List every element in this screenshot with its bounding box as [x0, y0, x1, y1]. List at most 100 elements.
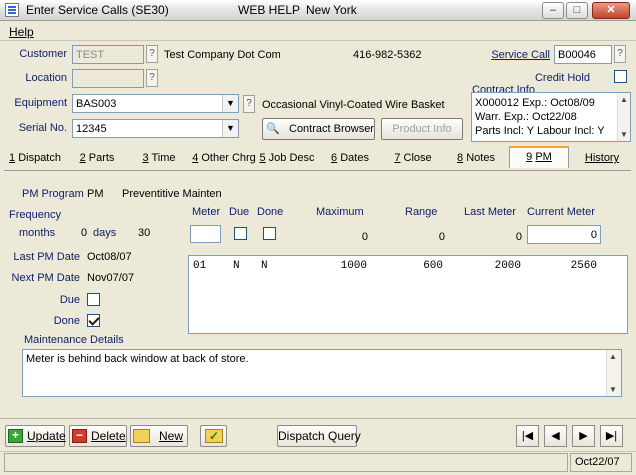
delete-label: Delete [91, 429, 126, 443]
tab-divider [4, 170, 631, 171]
scroll-down-icon[interactable]: ▼ [609, 385, 617, 394]
grid-cell-range: 600 [423, 260, 443, 272]
tab-label: History [584, 152, 620, 164]
previous-record-icon[interactable]: ◀ [544, 425, 567, 447]
tab-job-desc[interactable]: 5 Job Desc [257, 149, 317, 170]
credit-hold-checkbox[interactable] [614, 70, 627, 83]
chevron-down-icon[interactable]: ▼ [222, 120, 238, 137]
tab-dates[interactable]: 6 Dates [322, 149, 378, 170]
maximum-column-label: Maximum [316, 206, 364, 218]
maintenance-details-scrollbar[interactable]: ▲ ▼ [606, 350, 621, 396]
scroll-up-icon[interactable]: ▲ [620, 95, 628, 104]
status-date: Oct22/07 [570, 453, 632, 472]
table-row[interactable]: 01 N N 1000 600 2000 2560 [189, 260, 627, 274]
scroll-down-icon[interactable]: ▼ [620, 130, 628, 139]
done-entry-checkbox[interactable] [263, 227, 276, 240]
tab-parts[interactable]: 2 Parts [72, 149, 122, 170]
days-label: days [93, 227, 117, 239]
tab-label: PM [535, 151, 552, 163]
update-button[interactable]: + Update [5, 425, 66, 447]
last-pm-date-label: Last PM Date [13, 251, 80, 263]
web-help-link[interactable]: WEB HELP [238, 3, 300, 17]
location-field[interactable] [72, 69, 144, 88]
months-value: 0 [81, 227, 88, 239]
add-icon: + [8, 429, 23, 443]
close-button[interactable]: ✕ [592, 2, 630, 19]
last-record-icon[interactable]: ▶| [600, 425, 623, 447]
equipment-lookup-button[interactable]: ? [243, 95, 255, 113]
product-info-button[interactable]: Product Info [381, 118, 463, 140]
status-message [4, 453, 568, 472]
equipment-value: BAS003 [76, 98, 117, 110]
due-checkbox[interactable] [87, 293, 100, 306]
tab-label: Job Desc [268, 152, 315, 164]
tab-num: 3 [142, 152, 149, 164]
tab-time[interactable]: 3 Time [134, 149, 184, 170]
next-record-icon[interactable]: ▶ [572, 425, 595, 447]
delete-button[interactable]: − Delete [69, 425, 127, 447]
service-call-lookup-button[interactable]: ? [614, 45, 626, 63]
tab-notes[interactable]: 8 Notes [448, 149, 504, 170]
days-value: 30 [138, 227, 151, 239]
tab-other-chrg[interactable]: 4 Other Chrg [190, 149, 258, 170]
last-meter-column-label: Last Meter [464, 206, 516, 218]
update-label: Update [27, 429, 66, 443]
confirm-button[interactable]: ✓ [200, 425, 227, 447]
chevron-down-icon[interactable]: ▼ [222, 95, 238, 112]
app-icon [5, 3, 19, 17]
serial-dropdown[interactable]: 12345 ▼ [72, 119, 239, 138]
range-column-label: Range [405, 206, 438, 218]
maintenance-details-field[interactable]: Meter is behind back window at back of s… [22, 349, 622, 397]
delete-icon: − [72, 429, 87, 443]
customer-field[interactable]: TEST [72, 45, 144, 64]
equipment-dropdown[interactable]: BAS003 ▼ [72, 94, 239, 113]
grid-cell-meter: 01 [193, 260, 207, 272]
tab-label: Parts [88, 152, 115, 164]
customer-label: Customer [19, 48, 67, 60]
due-entry-checkbox[interactable] [234, 227, 247, 240]
location-label: Location [25, 72, 67, 84]
scroll-up-icon[interactable]: ▲ [609, 352, 617, 361]
service-call-field[interactable]: B00046 [554, 45, 612, 64]
pm-program-label: PM Program [22, 188, 84, 200]
tab-dispatch[interactable]: 1 Dispatch [4, 149, 66, 170]
tab-num: 4 [192, 152, 199, 164]
binoculars-icon: 🔍 [266, 123, 280, 135]
first-record-icon[interactable]: |◀ [516, 425, 539, 447]
customer-name: Test Company Dot Com [164, 49, 281, 61]
tab-label: Notes [466, 152, 495, 164]
pm-program-name: Preventitive Mainten [122, 188, 222, 200]
menu-help[interactable]: Help [9, 25, 34, 39]
customer-lookup-button[interactable]: ? [146, 45, 158, 63]
contract-info-scrollbar[interactable]: ▲ ▼ [617, 93, 630, 141]
contract-info-line: X000012 Exp.: Oct08/09 [475, 97, 595, 109]
credit-hold-label: Credit Hold [534, 72, 590, 84]
pm-meter-grid[interactable]: 01 N N 1000 600 2000 2560 [188, 255, 628, 334]
current-meter-input[interactable]: 0 [527, 225, 601, 244]
tab-close[interactable]: 7 Close [385, 149, 441, 170]
equipment-description: Occasional Vinyl-Coated Wire Basket [262, 99, 445, 111]
contract-info-box: X000012 Exp.: Oct08/09 Warr. Exp.: Oct22… [471, 92, 631, 142]
tab-num: 1 [9, 152, 16, 164]
contract-browser-button[interactable]: 🔍 Contract Browser [262, 118, 375, 140]
maintenance-details-label: Maintenance Details [24, 334, 124, 346]
maximize-button[interactable]: □ [566, 2, 588, 19]
dispatch-query-button[interactable]: Dispatch Query [277, 425, 361, 447]
tab-history[interactable]: History [578, 149, 626, 170]
tab-num: 9 [526, 151, 533, 163]
grid-cell-maximum: 1000 [340, 260, 367, 272]
grid-cell-done: N [261, 260, 268, 272]
window-title: Enter Service Calls (SE30) [26, 3, 169, 17]
tab-num: 6 [331, 152, 338, 164]
tab-pm[interactable]: 9 PM [509, 146, 569, 168]
contract-info-line: Parts Incl: Y Labour Incl: Y [475, 125, 605, 137]
new-button[interactable]: New [130, 425, 188, 447]
maximum-value: 0 [361, 231, 368, 243]
minimize-button[interactable]: – [542, 2, 564, 19]
tab-label: Close [403, 152, 432, 164]
meter-input[interactable] [190, 225, 221, 243]
done-checkbox[interactable] [87, 314, 100, 327]
location-lookup-button[interactable]: ? [146, 69, 158, 87]
done-column-label: Done [257, 206, 284, 218]
grid-cell-due: N [233, 260, 240, 272]
